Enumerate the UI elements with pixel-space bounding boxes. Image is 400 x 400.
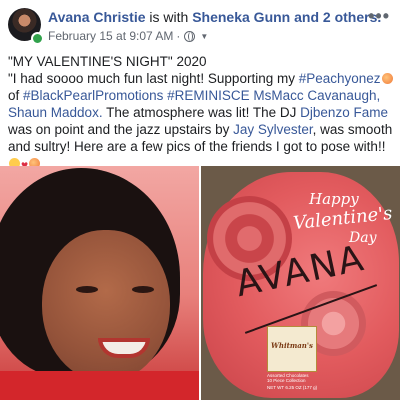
- text-segment: was on point and the jazz upstairs by: [8, 122, 234, 137]
- photo-candy-box[interactable]: Happy Valentine's Day AVANA Whitman's As…: [201, 166, 400, 400]
- photo-portrait[interactable]: [0, 166, 199, 400]
- post-title: "MY VALENTINE'S NIGHT" 2020: [8, 54, 207, 69]
- hashtag-peachyonez[interactable]: #Peachyonez: [299, 71, 381, 86]
- peach-emoji-icon: [381, 73, 393, 84]
- tagged-person[interactable]: Sheneka Gunn: [192, 9, 290, 25]
- post-meta: February 15 at 9:07 AM · ▼: [48, 29, 208, 43]
- post-timestamp[interactable]: February 15 at 9:07 AM: [48, 29, 173, 43]
- portrait-face: [42, 230, 170, 382]
- with-text: is with: [145, 9, 193, 25]
- portrait-eye: [132, 286, 154, 293]
- hashtag-reminisce[interactable]: #REMINISCE: [167, 88, 250, 103]
- text-segment: The atmosphere was lit! The DJ: [102, 105, 301, 120]
- net-weight: NET WT 6.25 OZ (177 g): [267, 385, 318, 390]
- brand-label: Whitman's: [267, 326, 317, 372]
- author-name[interactable]: Avana Christie: [48, 9, 146, 25]
- hashtag-blackpearlpromotions[interactable]: #BlackPearlPromotions: [23, 88, 163, 103]
- portrait-red-top: [0, 371, 199, 400]
- post-header: Avana Christie is with Sheneka Gunn and …: [0, 0, 400, 48]
- post-body: "MY VALENTINE'S NIGHT" 2020 "I had soooo…: [8, 53, 396, 174]
- photo-grid: Happy Valentine's Day AVANA Whitman's As…: [0, 166, 400, 400]
- meta-separator: ·: [176, 29, 181, 43]
- portrait-eye: [76, 286, 98, 293]
- online-status-dot: [31, 32, 44, 45]
- brand-name: Whitman's: [271, 341, 313, 350]
- post-header-line: Avana Christie is with Sheneka Gunn and …: [48, 9, 381, 25]
- more-options-button[interactable]: •••: [368, 6, 390, 27]
- text-segment: of: [8, 88, 20, 103]
- mention-jazz[interactable]: Jay Sylvester: [233, 122, 313, 137]
- count-text: 10 Piece Collection: [267, 378, 306, 383]
- box-text-happy: Happy: [309, 190, 359, 208]
- text-segment: "I had soooo much fun last night! Suppor…: [8, 71, 299, 86]
- globe-icon[interactable]: [184, 30, 196, 42]
- mention-dj[interactable]: Djbenzo Fame: [300, 105, 388, 120]
- chevron-down-icon[interactable]: ▼: [200, 32, 208, 41]
- post-paragraph: "I had soooo much fun last night! Suppor…: [8, 70, 396, 174]
- product-description: Assorted Chocolates 10 Piece Collection: [267, 373, 327, 383]
